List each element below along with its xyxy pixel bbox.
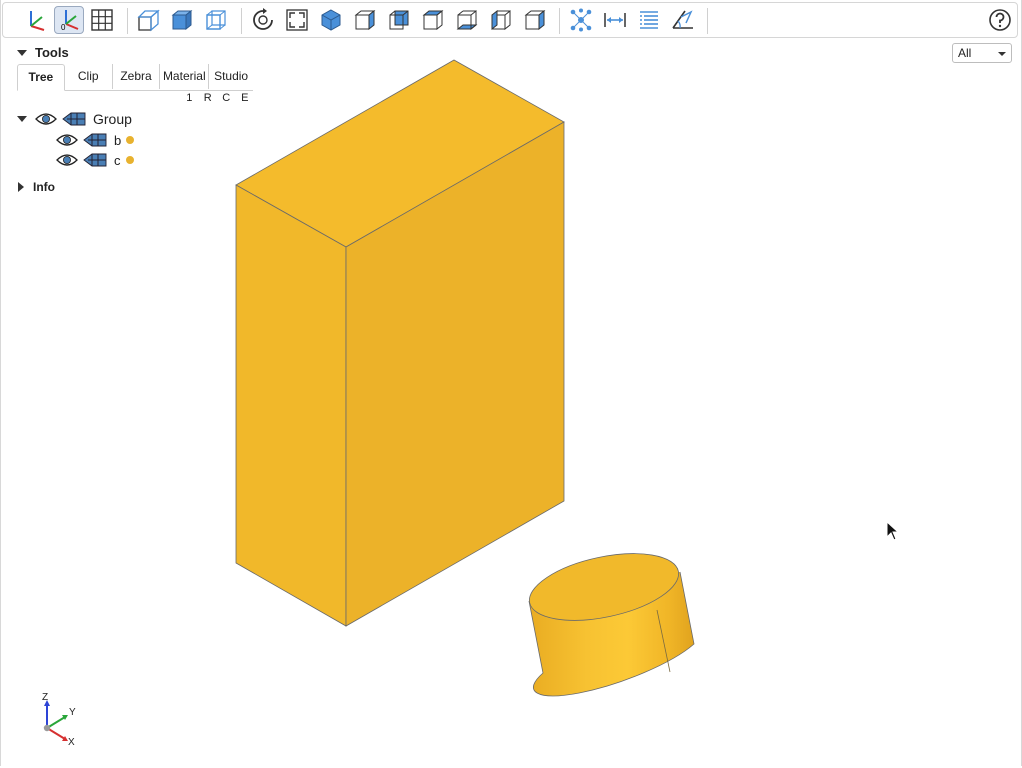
explode-icon bbox=[570, 8, 592, 32]
color-dot bbox=[125, 156, 134, 164]
tab-clip[interactable]: Clip bbox=[65, 64, 113, 89]
axes-icon bbox=[30, 11, 45, 31]
shape-stack-icon[interactable] bbox=[82, 152, 108, 168]
view-front-button[interactable] bbox=[350, 6, 380, 34]
tab-zebra[interactable]: Zebra bbox=[113, 64, 161, 89]
tree-node-b: b bbox=[56, 132, 135, 148]
col-head-e[interactable]: E bbox=[236, 92, 255, 104]
chevron-down-icon bbox=[998, 52, 1006, 56]
distance-tool-button[interactable] bbox=[600, 6, 630, 34]
viewer-frame bbox=[0, 0, 1022, 766]
properties-icon bbox=[640, 11, 658, 29]
iso-view-icon bbox=[321, 9, 341, 31]
ortho-camera-button[interactable] bbox=[167, 6, 197, 34]
shape-stack-icon[interactable] bbox=[82, 132, 108, 148]
rear-view-icon bbox=[389, 10, 409, 30]
perspective-cube-icon bbox=[137, 9, 160, 32]
grid-toggle-button[interactable] bbox=[87, 6, 117, 34]
group-expand-caret-icon[interactable] bbox=[17, 116, 27, 122]
help-button[interactable] bbox=[985, 6, 1015, 34]
transparent-toggle-button[interactable] bbox=[201, 6, 231, 34]
resize-view-button[interactable] bbox=[282, 6, 312, 34]
view-filter-value: All bbox=[958, 46, 972, 60]
right-view-icon bbox=[524, 9, 546, 31]
axes0-toggle-button[interactable]: 0 bbox=[54, 6, 84, 34]
shape-stack-icon[interactable] bbox=[61, 111, 87, 127]
axes-toggle-button[interactable] bbox=[21, 6, 51, 34]
reset-view-button[interactable] bbox=[248, 6, 278, 34]
explode-tool-button[interactable] bbox=[566, 6, 596, 34]
axis-z-label: Z bbox=[42, 692, 49, 703]
tree-column-headers: 1 R C E bbox=[180, 92, 254, 104]
color-dot bbox=[126, 136, 135, 144]
tab-studio[interactable]: Studio bbox=[209, 64, 253, 89]
view-right-button[interactable] bbox=[520, 6, 550, 34]
help-icon bbox=[989, 9, 1011, 31]
mouse-cursor-icon bbox=[886, 520, 900, 541]
perspective-camera-button[interactable] bbox=[133, 6, 163, 34]
view-bottom-button[interactable] bbox=[452, 6, 482, 34]
properties-tool-button[interactable] bbox=[634, 6, 664, 34]
col-head-c[interactable]: C bbox=[217, 92, 236, 104]
eye-icon[interactable] bbox=[56, 132, 78, 148]
axis-y-label: Y bbox=[69, 707, 76, 718]
front-view-icon bbox=[354, 9, 376, 31]
view-rear-button[interactable] bbox=[384, 6, 414, 34]
group-label[interactable]: Group bbox=[93, 111, 132, 127]
col-head-1[interactable]: 1 bbox=[180, 92, 199, 104]
view-top-button[interactable] bbox=[418, 6, 448, 34]
orientation-axes: Z Y X bbox=[30, 688, 90, 753]
col-head-r[interactable]: R bbox=[199, 92, 218, 104]
expand-caret-icon bbox=[18, 182, 24, 192]
reset-icon bbox=[253, 8, 273, 30]
view-iso-button[interactable] bbox=[316, 6, 346, 34]
grid-icon bbox=[91, 9, 113, 31]
tools-header[interactable]: Tools bbox=[17, 45, 69, 60]
axis-x-label: X bbox=[68, 737, 75, 748]
tab-tree[interactable]: Tree bbox=[17, 64, 65, 91]
ortho-cube-icon bbox=[171, 9, 193, 31]
svg-text:0: 0 bbox=[61, 23, 66, 32]
fit-icon bbox=[286, 9, 308, 31]
transparent-cube-icon bbox=[206, 10, 226, 30]
bottom-view-icon bbox=[456, 9, 478, 31]
axes-origin-icon: 0 bbox=[61, 10, 79, 32]
info-title: Info bbox=[33, 180, 55, 194]
angle-icon bbox=[672, 10, 693, 29]
tree-item-label[interactable]: b bbox=[114, 133, 121, 148]
distance-icon bbox=[604, 13, 626, 27]
left-view-icon bbox=[491, 9, 511, 31]
tab-material[interactable]: Material bbox=[160, 64, 210, 89]
tools-tab-bar: Tree Clip Zebra Material Studio bbox=[17, 64, 253, 91]
eye-icon[interactable] bbox=[56, 152, 78, 168]
tree-node-c: c bbox=[56, 152, 134, 168]
tree-item-label[interactable]: c bbox=[114, 153, 121, 168]
view-filter-select[interactable]: All bbox=[952, 43, 1012, 63]
top-view-icon bbox=[422, 9, 444, 31]
tree-node-group: Group bbox=[17, 111, 132, 127]
collapse-caret-icon bbox=[17, 49, 27, 56]
tools-title: Tools bbox=[35, 45, 69, 60]
view-left-button[interactable] bbox=[486, 6, 516, 34]
info-header[interactable]: Info bbox=[18, 180, 55, 194]
angle-tool-button[interactable] bbox=[668, 6, 698, 34]
toolbar: 0 bbox=[2, 2, 1018, 38]
eye-icon[interactable] bbox=[35, 111, 57, 127]
